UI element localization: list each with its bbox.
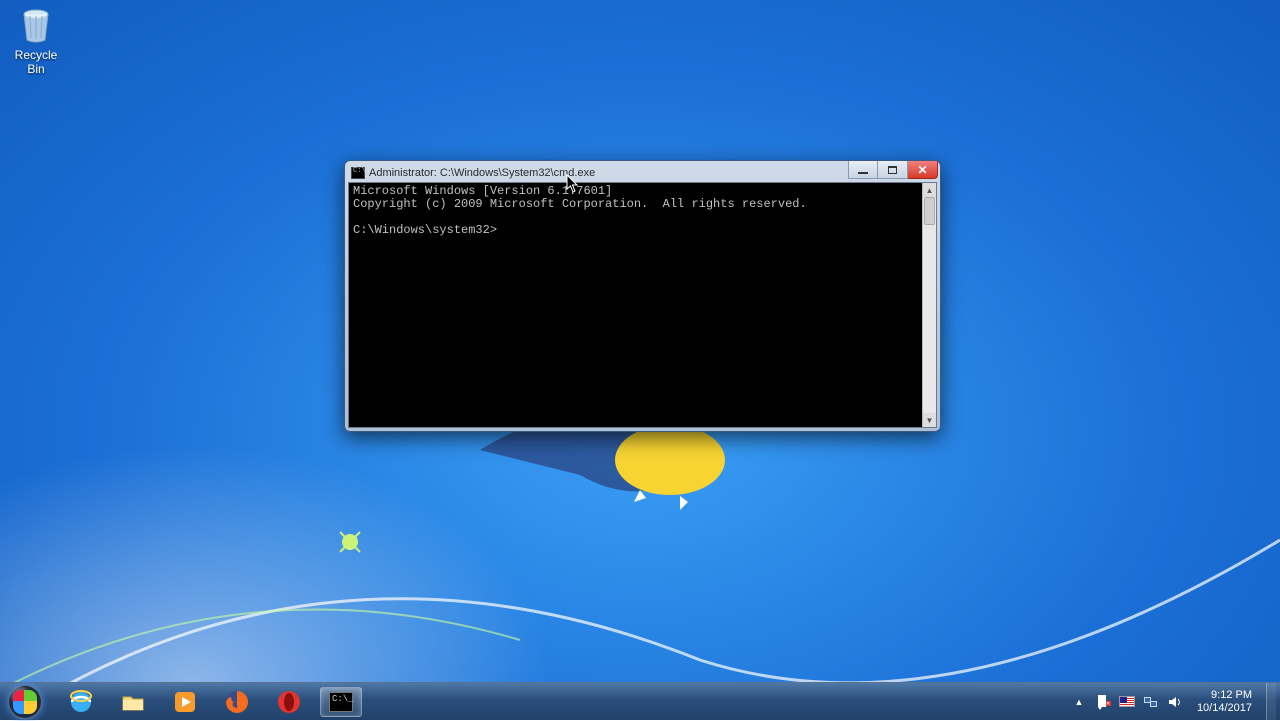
window-client-area: Microsoft Windows [Version 6.1.7601] Cop…	[348, 182, 937, 428]
action-center-icon[interactable]: ✕	[1095, 694, 1111, 710]
network-icon[interactable]	[1143, 694, 1159, 710]
taskbar-pinned-apps: C:\_	[50, 687, 362, 717]
cmd-icon	[351, 167, 365, 179]
language-flag-icon[interactable]	[1119, 694, 1135, 710]
taskbar-clock[interactable]: 9:12 PM 10/14/2017	[1191, 689, 1258, 715]
console-output[interactable]: Microsoft Windows [Version 6.1.7601] Cop…	[349, 183, 922, 427]
cmd-window[interactable]: Administrator: C:\Windows\System32\cmd.e…	[344, 160, 941, 432]
recycle-bin-icon	[15, 4, 57, 46]
taskbar[interactable]: C:\_ ▲ ✕ 9:12 PM 10/14/2017	[0, 682, 1280, 720]
folder-icon	[120, 689, 146, 715]
clock-time: 9:12 PM	[1197, 689, 1252, 702]
window-title: Administrator: C:\Windows\System32\cmd.e…	[369, 167, 595, 179]
system-tray: ▲ ✕ 9:12 PM 10/14/2017	[1067, 683, 1280, 721]
taskbar-media-player[interactable]	[164, 687, 206, 717]
taskbar-file-explorer[interactable]	[112, 687, 154, 717]
media-player-icon	[172, 689, 198, 715]
volume-icon[interactable]	[1167, 694, 1183, 710]
minimize-button[interactable]	[848, 161, 878, 179]
scroll-down-button[interactable]: ▼	[923, 413, 936, 427]
scroll-track[interactable]	[923, 197, 936, 413]
cmd-taskbar-icon: C:\_	[329, 692, 353, 712]
clock-date: 10/14/2017	[1197, 702, 1252, 715]
opera-icon	[276, 689, 302, 715]
taskbar-opera[interactable]	[268, 687, 310, 717]
svg-text:✕: ✕	[1106, 701, 1110, 707]
windows-logo-icon	[8, 685, 42, 719]
start-button[interactable]	[0, 683, 50, 721]
internet-explorer-icon	[68, 689, 94, 715]
maximize-button[interactable]	[878, 161, 908, 179]
scroll-up-button[interactable]: ▲	[923, 183, 936, 197]
show-desktop-button[interactable]	[1266, 683, 1276, 721]
recycle-bin-label: Recycle Bin	[6, 48, 66, 76]
scroll-thumb[interactable]	[924, 197, 935, 225]
firefox-icon	[224, 689, 250, 715]
recycle-bin-desktop-icon[interactable]: Recycle Bin	[6, 4, 66, 76]
taskbar-cmd[interactable]: C:\_	[320, 687, 362, 717]
close-button[interactable]: ✕	[908, 161, 938, 179]
tray-overflow-button[interactable]: ▲	[1071, 694, 1087, 710]
vertical-scrollbar[interactable]: ▲ ▼	[922, 183, 936, 427]
desktop[interactable]: Recycle Bin Administrator: C:\Windows\Sy…	[0, 0, 1280, 720]
taskbar-internet-explorer[interactable]	[60, 687, 102, 717]
taskbar-firefox[interactable]	[216, 687, 258, 717]
